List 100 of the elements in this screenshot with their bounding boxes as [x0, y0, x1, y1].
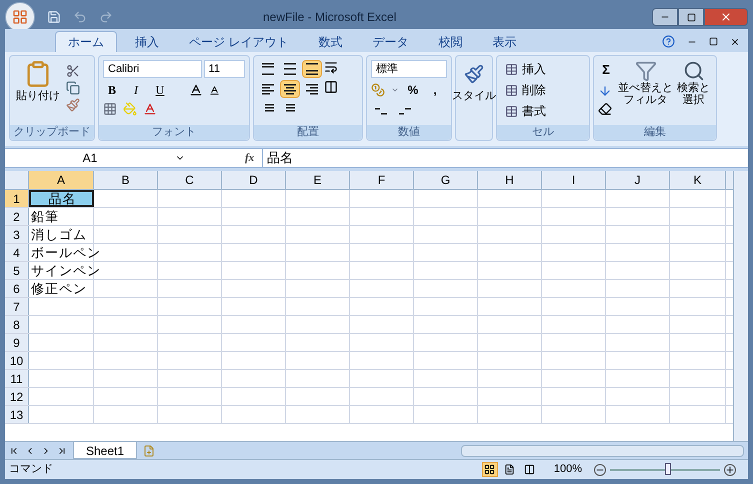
ribbon-tab[interactable]: 挿入 — [123, 31, 171, 52]
column-header[interactable]: E — [286, 171, 350, 189]
percent-button[interactable]: % — [405, 81, 421, 99]
column-header[interactable]: A — [29, 171, 94, 189]
format-button[interactable]: 書式 — [505, 102, 585, 120]
format-painter-icon[interactable] — [66, 98, 80, 112]
insert-button[interactable]: 挿入 — [505, 60, 585, 78]
table-cell-text: 修正ペン — [30, 280, 87, 298]
cell-action-label: 書式 — [522, 103, 546, 120]
maximize-icon — [686, 12, 696, 22]
group-label: フォント — [152, 125, 196, 140]
font-size-field[interactable]: 11 — [204, 60, 245, 78]
styles-button[interactable]: スタイル — [452, 64, 496, 104]
columns-icon — [524, 464, 536, 475]
first-sheet-icon[interactable] — [9, 446, 19, 456]
delete-button[interactable]: 削除 — [505, 81, 585, 99]
restore-icon[interactable] — [709, 37, 718, 46]
search-icon — [682, 60, 704, 82]
number-format-field[interactable]: 標準 — [371, 60, 447, 78]
table-icon — [505, 104, 518, 118]
fill-color-icon[interactable] — [123, 102, 137, 116]
grow-font-icon[interactable] — [189, 83, 203, 97]
ribbon-tab[interactable]: 表示 — [480, 31, 528, 52]
zoom-out-icon[interactable] — [594, 464, 606, 476]
wrap-text-icon[interactable] — [324, 60, 338, 74]
normal-view-button[interactable] — [482, 462, 498, 477]
row-header[interactable]: 9 — [5, 334, 29, 351]
row-header[interactable]: 2 — [5, 208, 29, 225]
vertical-scrollbar[interactable] — [733, 171, 748, 441]
ribbon-tab[interactable]: 校閲 — [426, 31, 474, 52]
row-header[interactable]: 13 — [5, 406, 29, 423]
page-icon — [504, 464, 516, 475]
cut-icon[interactable] — [66, 64, 80, 78]
name-box[interactable]: A1 — [5, 149, 175, 167]
ribbon-tab[interactable]: 数式 — [306, 31, 354, 52]
ribbon-tab[interactable]: ページ レイアウト — [177, 31, 300, 52]
cell-action-label: 挿入 — [522, 61, 546, 78]
comma-button[interactable]: , — [427, 81, 443, 99]
row-header[interactable]: 12 — [5, 388, 29, 405]
column-header[interactable]: J — [606, 171, 670, 189]
zoom-thumb[interactable] — [665, 462, 671, 474]
sort-filter-button[interactable]: 並べ替えと フィルタ — [618, 60, 673, 116]
horizontal-align-button[interactable] — [280, 80, 300, 98]
button-label: 並べ替えと フィルタ — [618, 82, 673, 106]
help-icon[interactable] — [662, 35, 675, 48]
styles-icon — [464, 64, 484, 84]
vertical-align-button[interactable] — [302, 60, 322, 78]
ribbon-tab[interactable]: ホーム — [55, 31, 117, 52]
save-icon[interactable] — [47, 10, 61, 24]
office-button[interactable] — [5, 2, 35, 32]
font-color-icon[interactable] — [143, 102, 157, 116]
row-header[interactable]: 3 — [5, 226, 29, 243]
font-name-field[interactable]: Calibri — [103, 60, 202, 78]
lines-icon — [261, 63, 275, 75]
fx-button[interactable]: fx — [245, 150, 254, 166]
sheet-tab[interactable]: Sheet1 — [73, 442, 138, 459]
last-sheet-icon[interactable] — [57, 446, 67, 456]
autosum-button[interactable]: Σ — [598, 60, 614, 80]
status-mode: コマンド — [9, 462, 53, 478]
eraser-icon[interactable] — [598, 102, 612, 116]
row-header[interactable]: 7 — [5, 298, 29, 315]
italic-button[interactable]: I — [127, 81, 145, 99]
borders-icon[interactable] — [103, 102, 117, 116]
row-header[interactable]: 10 — [5, 352, 29, 369]
maximize-button[interactable] — [678, 8, 704, 26]
column-header[interactable]: G — [414, 171, 478, 189]
copy-icon[interactable] — [66, 81, 80, 95]
ribbon-tab[interactable]: データ — [360, 31, 420, 52]
find-select-button[interactable]: 検索と 選択 — [677, 60, 710, 116]
row-header[interactable]: 5 — [5, 262, 29, 279]
row-header[interactable]: 6 — [5, 280, 29, 297]
column-header[interactable]: H — [478, 171, 542, 189]
lines-icon — [305, 63, 319, 75]
zoom-in-icon[interactable] — [724, 464, 736, 476]
column-header[interactable]: D — [222, 171, 286, 189]
group-label: 数値 — [398, 125, 420, 140]
lines-icon — [398, 105, 412, 117]
paste-button[interactable]: 貼り付け — [14, 60, 62, 125]
group-label: 配置 — [297, 125, 319, 140]
bold-button[interactable]: B — [103, 81, 121, 99]
column-header[interactable]: F — [350, 171, 414, 189]
close-button[interactable] — [704, 8, 748, 26]
table-cell-text: サインペン — [30, 262, 101, 280]
row-header[interactable]: 4 — [5, 244, 29, 261]
currency-icon[interactable] — [371, 83, 385, 97]
row-header[interactable]: 1 — [5, 190, 29, 207]
zoom-level: 100% — [554, 462, 582, 478]
close-icon[interactable] — [730, 36, 740, 46]
merge-icon[interactable] — [324, 80, 338, 94]
fill-icon[interactable] — [598, 84, 612, 98]
row-header[interactable]: 8 — [5, 316, 29, 333]
column-header[interactable]: C — [158, 171, 222, 189]
column-header[interactable]: I — [542, 171, 606, 189]
formula-field[interactable]: 品名 — [262, 148, 748, 168]
shrink-font-icon[interactable] — [209, 84, 220, 96]
horizontal-scrollbar[interactable] — [461, 444, 744, 456]
column-header[interactable]: B — [94, 171, 158, 189]
underline-button[interactable]: U — [151, 81, 169, 99]
row-header[interactable]: 11 — [5, 370, 29, 387]
column-header[interactable]: K — [670, 171, 726, 189]
